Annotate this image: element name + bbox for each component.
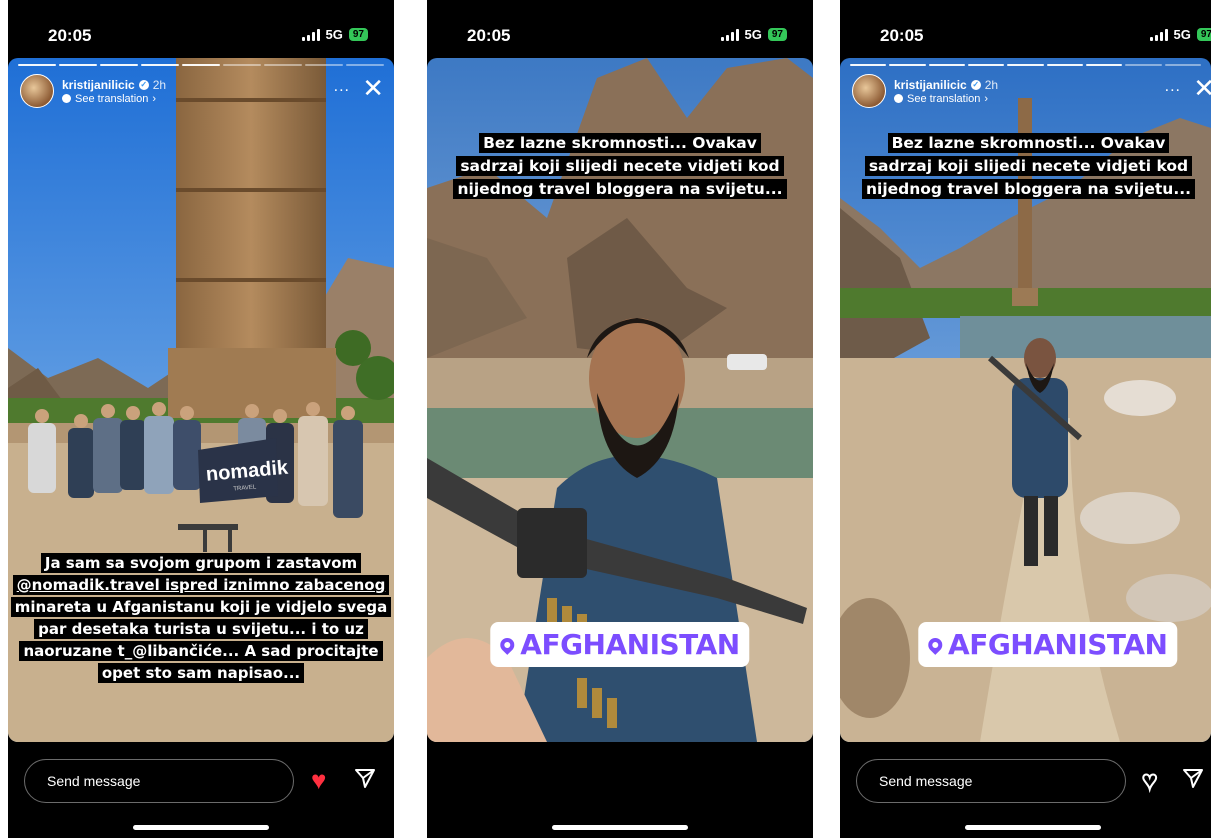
story-media[interactable]: nomadik TRAVEL kristijanilicic ✓ 2h See tr… <box>8 58 394 742</box>
time-ago: 2h <box>152 77 167 92</box>
see-translation-link[interactable]: See translation › <box>62 93 166 105</box>
location-pin-icon <box>497 634 518 655</box>
home-indicator <box>133 825 269 830</box>
network-label: 5G <box>1173 27 1191 42</box>
story-caption: Bez lazne skromnosti... Ovakav sadrzaj k… <box>427 132 813 201</box>
send-message-input[interactable]: Send message <box>24 759 294 803</box>
story-screen-2: 20:05 5G 97 Bez lazne skromnosti... Ovak… <box>427 0 813 838</box>
status-bar: 20:05 5G 97 <box>427 0 813 58</box>
story-caption: Bez lazne skromnosti... Ovakav sadrzaj k… <box>846 132 1211 201</box>
caption-line: nijednog travel bloggera na svijetu... <box>861 179 1195 199</box>
home-indicator <box>965 825 1101 830</box>
avatar[interactable] <box>20 74 54 108</box>
username[interactable]: kristijanilicic <box>894 78 967 92</box>
mention-link[interactable]: @nomadik.travel ispred iznimno zabacenog <box>17 576 386 594</box>
location-label: AFGHANISTAN <box>948 628 1168 661</box>
status-bar: 20:05 5G 97 <box>8 0 394 58</box>
time-ago: 2h <box>984 77 999 92</box>
location-sticker[interactable]: AFGHANISTAN <box>490 622 750 667</box>
reply-bar: Send message ♥ <box>840 742 1211 838</box>
reply-bar: Send message ♥ <box>8 742 394 838</box>
caption-line: Bez lazne skromnosti... Ovakav <box>887 133 1170 153</box>
close-icon[interactable]: ✕ <box>362 76 384 102</box>
story-header[interactable]: kristijanilicic ✓ 2h See translation › <box>20 74 166 108</box>
status-indicators: 5G 97 <box>1149 27 1211 42</box>
caption-line: naoruzane t_@libančiće... A sad procitaj… <box>19 641 383 661</box>
caption-line: Bez lazne skromnosti... Ovakav <box>479 133 761 153</box>
home-indicator <box>552 825 688 830</box>
status-bar: 20:05 5G 97 <box>840 0 1211 58</box>
battery-icon: 97 <box>1196 28 1211 41</box>
status-time: 20:05 <box>880 26 924 45</box>
heart-icon[interactable]: ♥ <box>311 767 326 793</box>
story-media[interactable]: Bez lazne skromnosti... Ovakav sadrzaj k… <box>427 58 813 742</box>
avatar[interactable] <box>852 74 886 108</box>
caption-line: Ja sam sa svojom grupom i zastavom <box>40 553 362 573</box>
heart-icon[interactable]: ♥ <box>1141 766 1158 794</box>
verified-icon: ✓ <box>970 79 981 90</box>
caption-line: nijednog travel bloggera na svijetu... <box>453 179 787 199</box>
translate-icon <box>62 94 71 103</box>
location-label: AFGHANISTAN <box>520 628 740 661</box>
network-label: 5G <box>744 27 762 42</box>
story-header[interactable]: kristijanilicic ✓ 2h See translation › <box>852 74 998 108</box>
story-caption: Ja sam sa svojom grupom i zastavom @noma… <box>8 552 394 684</box>
story-progress <box>850 64 1201 66</box>
reply-bar <box>427 742 813 838</box>
story-progress <box>18 64 384 66</box>
caption-line: @nomadik.travel ispred iznimno zabacenog <box>12 575 390 595</box>
caption-line: par desetaka turista u svijetu... i to u… <box>34 619 368 639</box>
status-indicators: 5G 97 <box>301 27 368 42</box>
more-icon[interactable]: ... <box>334 78 350 96</box>
caption-line: minareta u Afganistanu koji je vidjelo s… <box>10 597 392 617</box>
battery-icon: 97 <box>767 28 787 41</box>
signal-icon <box>301 28 320 41</box>
translate-icon <box>894 94 903 103</box>
signal-icon <box>1149 28 1168 41</box>
send-icon[interactable] <box>1182 767 1204 789</box>
story-media[interactable]: kristijanilicic ✓ 2h See translation › ... … <box>840 58 1211 742</box>
username[interactable]: kristijanilicic <box>62 78 135 92</box>
signal-icon <box>720 28 739 41</box>
send-message-input[interactable]: Send message <box>856 759 1126 803</box>
status-indicators: 5G 97 <box>720 27 787 42</box>
story-screen-1: 20:05 5G 97 nomadik TRAVEL kristijanilic… <box>8 0 394 838</box>
close-icon[interactable]: ✕ <box>1193 76 1211 102</box>
story-screen-3: 20:05 5G 97 kristijanilicic ✓ 2h See tra… <box>840 0 1211 838</box>
send-icon[interactable] <box>354 767 376 789</box>
network-label: 5G <box>325 27 343 42</box>
caption-line: opet sto sam napisao... <box>97 663 305 683</box>
status-time: 20:05 <box>467 26 511 45</box>
caption-line: sadrzaj koji slijedi necete vidjeti kod <box>456 156 784 176</box>
message-placeholder: Send message <box>47 773 141 789</box>
see-translation-link[interactable]: See translation › <box>894 93 998 105</box>
verified-icon: ✓ <box>138 79 149 90</box>
caption-line: sadrzaj koji slijedi necete vidjeti kod <box>864 156 1193 176</box>
location-pin-icon <box>925 634 945 655</box>
battery-icon: 97 <box>348 28 368 41</box>
status-time: 20:05 <box>48 26 92 45</box>
location-sticker[interactable]: AFGHANISTAN <box>918 622 1178 667</box>
message-placeholder: Send message <box>879 773 973 789</box>
more-icon[interactable]: ... <box>1165 78 1181 96</box>
